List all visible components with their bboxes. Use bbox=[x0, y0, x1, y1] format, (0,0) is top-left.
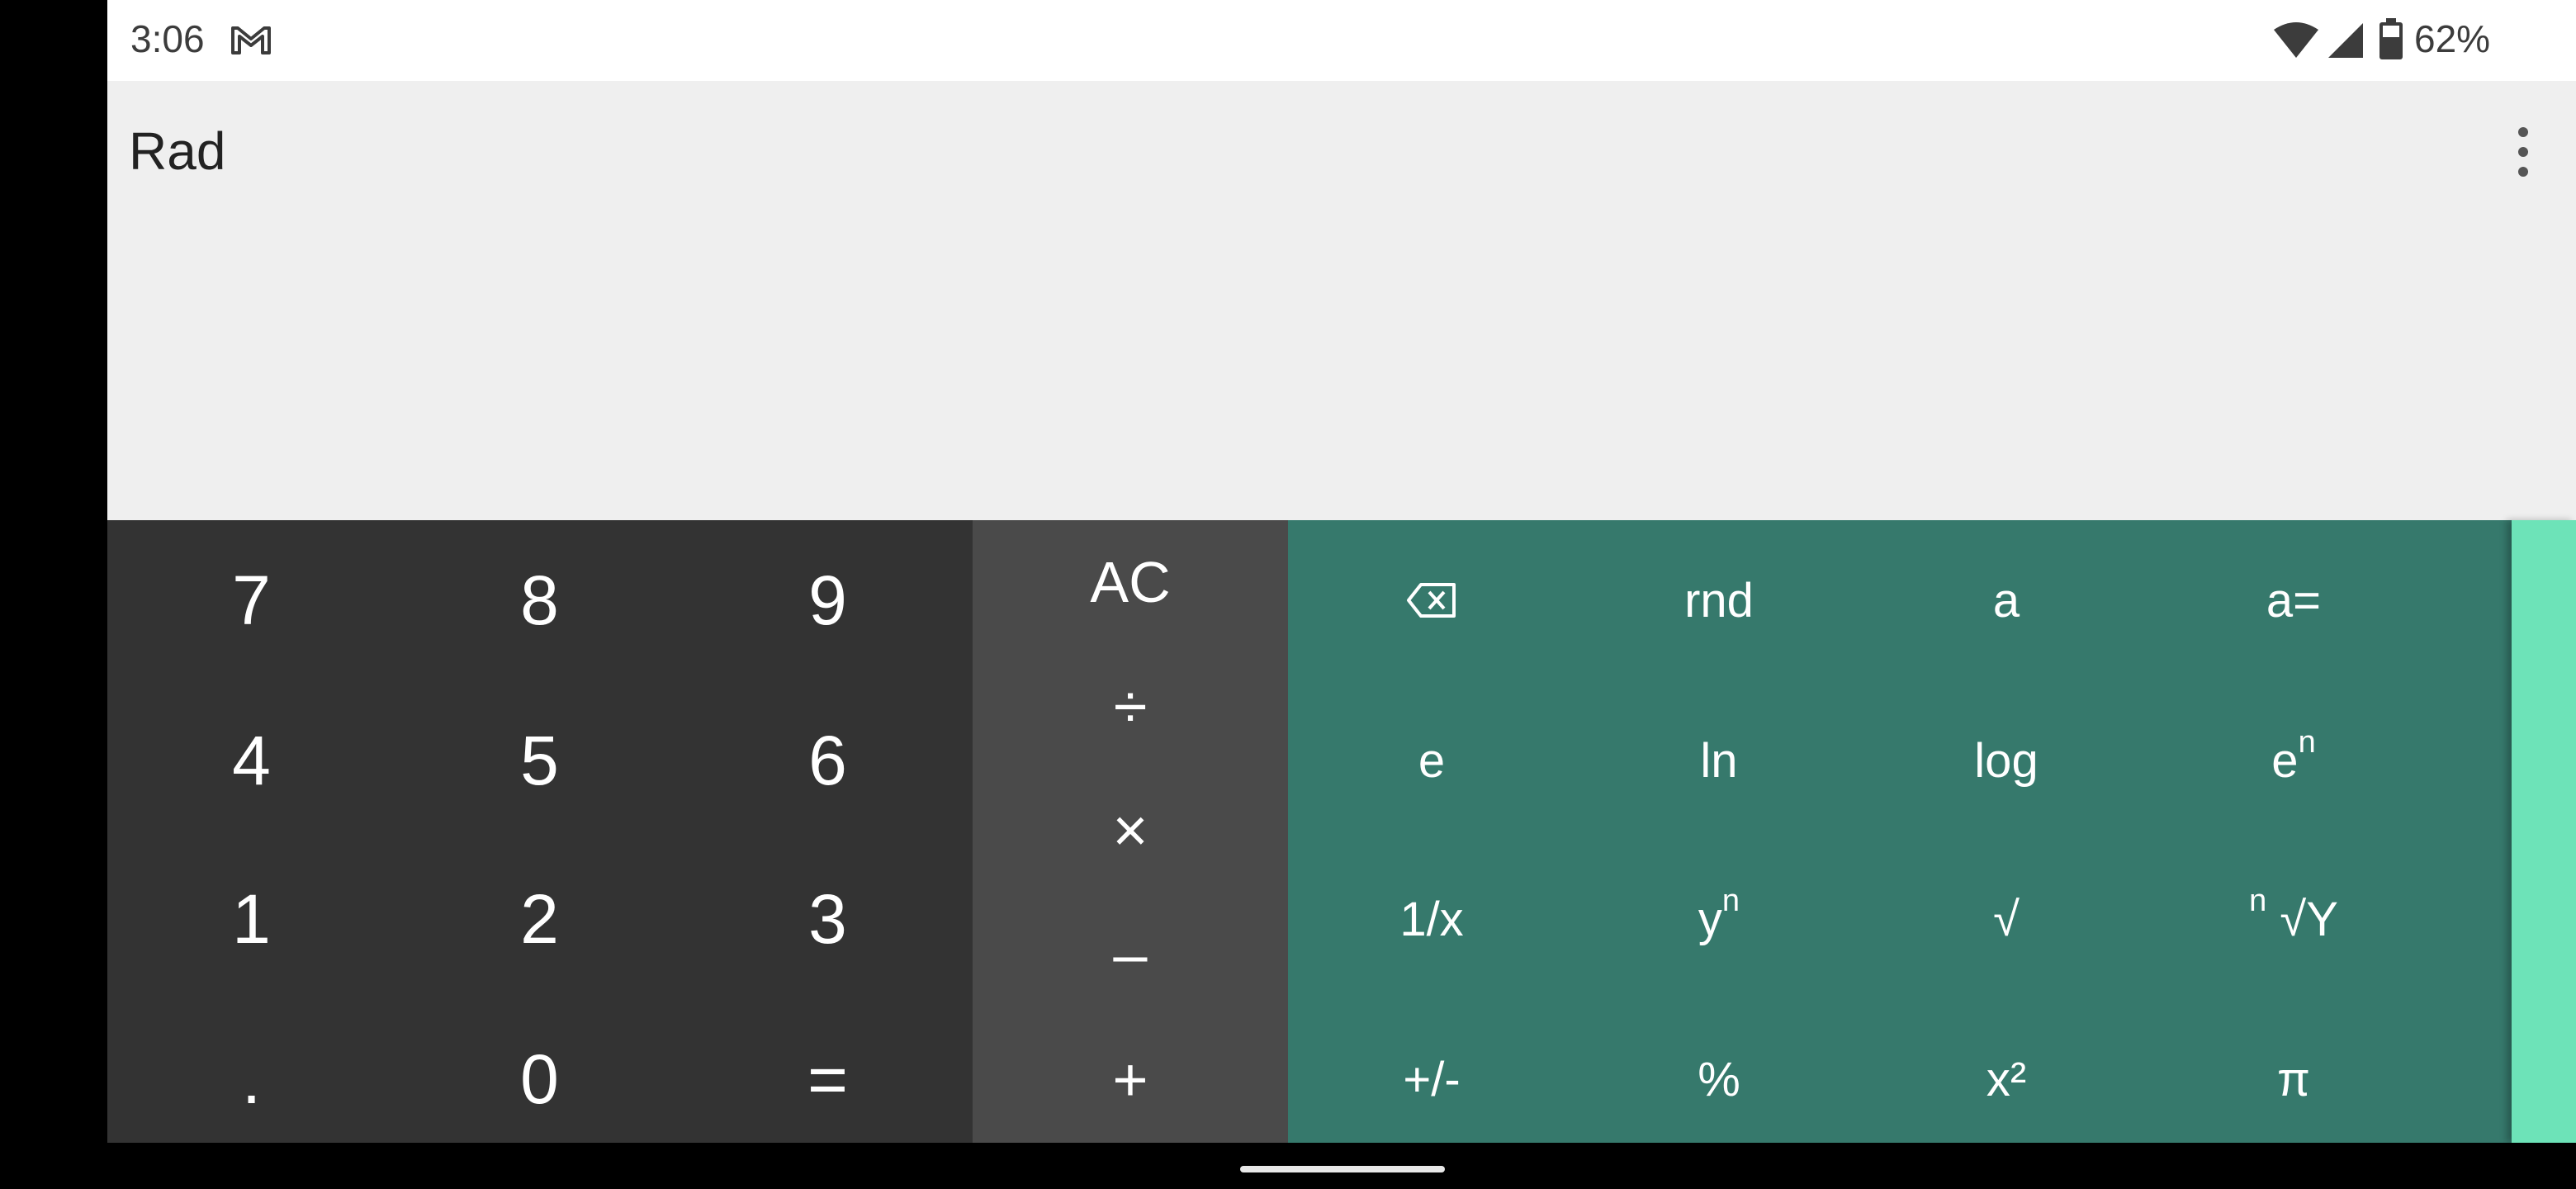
decimal-point-button[interactable]: . bbox=[107, 999, 395, 1159]
display-panel: Rad bbox=[107, 81, 2576, 520]
status-bar: 3:06 62% bbox=[107, 0, 2576, 81]
multiply-button[interactable]: × bbox=[973, 768, 1288, 892]
wifi-icon bbox=[2274, 22, 2318, 58]
operator-pad: AC ÷ × – + bbox=[973, 520, 1288, 1143]
advanced-panel-drawer-handle[interactable] bbox=[2512, 520, 2576, 1143]
battery-percentage: 62% bbox=[2414, 17, 2491, 60]
variable-a-button[interactable]: a bbox=[1863, 520, 2150, 680]
divide-button[interactable]: ÷ bbox=[973, 644, 1288, 768]
equals-button[interactable]: = bbox=[684, 999, 972, 1159]
random-button[interactable]: rnd bbox=[1575, 520, 1863, 680]
home-indicator[interactable] bbox=[1240, 1166, 1445, 1172]
digit-1-button[interactable]: 1 bbox=[107, 839, 395, 999]
exp-button[interactable]: en bbox=[2150, 680, 2437, 841]
power-superscript: n bbox=[1721, 883, 1740, 918]
battery-icon bbox=[2379, 18, 2403, 59]
subtract-button[interactable]: – bbox=[973, 892, 1288, 1016]
digit-3-button[interactable]: 3 bbox=[684, 839, 972, 999]
assign-a-button[interactable]: a= bbox=[2150, 520, 2437, 680]
percent-button[interactable]: % bbox=[1575, 999, 1863, 1159]
add-button[interactable]: + bbox=[973, 1016, 1288, 1143]
digit-0-button[interactable]: 0 bbox=[395, 999, 684, 1159]
log-button[interactable]: log bbox=[1863, 680, 2150, 841]
angle-mode-label[interactable]: Rad bbox=[129, 121, 225, 182]
digit-8-button[interactable]: 8 bbox=[395, 520, 684, 680]
digit-7-button[interactable]: 7 bbox=[107, 520, 395, 680]
square-button[interactable]: x² bbox=[1863, 999, 2150, 1159]
nth-root-base: √Y bbox=[2266, 892, 2338, 946]
natural-log-button[interactable]: ln bbox=[1575, 680, 1863, 841]
reciprocal-button[interactable]: 1/x bbox=[1288, 839, 1575, 999]
digit-4-button[interactable]: 4 bbox=[107, 680, 395, 841]
nth-root-button[interactable]: n √Y bbox=[2150, 839, 2437, 999]
backspace-button[interactable] bbox=[1288, 520, 1575, 680]
digit-5-button[interactable]: 5 bbox=[395, 680, 684, 841]
calculator-app: 3:06 62% Rad 7 8 9 4 5 6 1 2 3 . 0 = AC … bbox=[107, 0, 2576, 1143]
overflow-menu-icon[interactable] bbox=[2507, 126, 2540, 178]
digit-2-button[interactable]: 2 bbox=[395, 839, 684, 999]
digit-6-button[interactable]: 6 bbox=[684, 680, 972, 841]
pi-button[interactable]: π bbox=[2150, 999, 2437, 1159]
backspace-icon bbox=[1407, 583, 1456, 618]
power-base: y bbox=[1698, 892, 1722, 946]
power-button[interactable]: yn bbox=[1575, 839, 1863, 999]
exp-superscript: n bbox=[2298, 724, 2316, 760]
gmail-icon bbox=[231, 26, 271, 54]
cell-signal-icon bbox=[2328, 23, 2363, 58]
status-time: 3:06 bbox=[130, 17, 205, 60]
square-root-button[interactable]: √ bbox=[1863, 839, 2150, 999]
nth-root-superscript: n bbox=[2249, 883, 2267, 918]
euler-constant-button[interactable]: e bbox=[1288, 680, 1575, 841]
exp-base: e bbox=[2271, 733, 2299, 788]
digit-9-button[interactable]: 9 bbox=[684, 520, 972, 680]
numeric-pad: 7 8 9 4 5 6 1 2 3 . 0 = bbox=[107, 520, 973, 1143]
negate-button[interactable]: +/- bbox=[1288, 999, 1575, 1159]
screen: 3:06 62% Rad 7 8 9 4 5 6 1 2 3 . 0 = AC … bbox=[0, 0, 2576, 1189]
clear-button[interactable]: AC bbox=[973, 520, 1288, 644]
advanced-function-pad: rnd a a= e ln log en 1/x yn √ n √Y +/- %… bbox=[1288, 520, 2576, 1143]
